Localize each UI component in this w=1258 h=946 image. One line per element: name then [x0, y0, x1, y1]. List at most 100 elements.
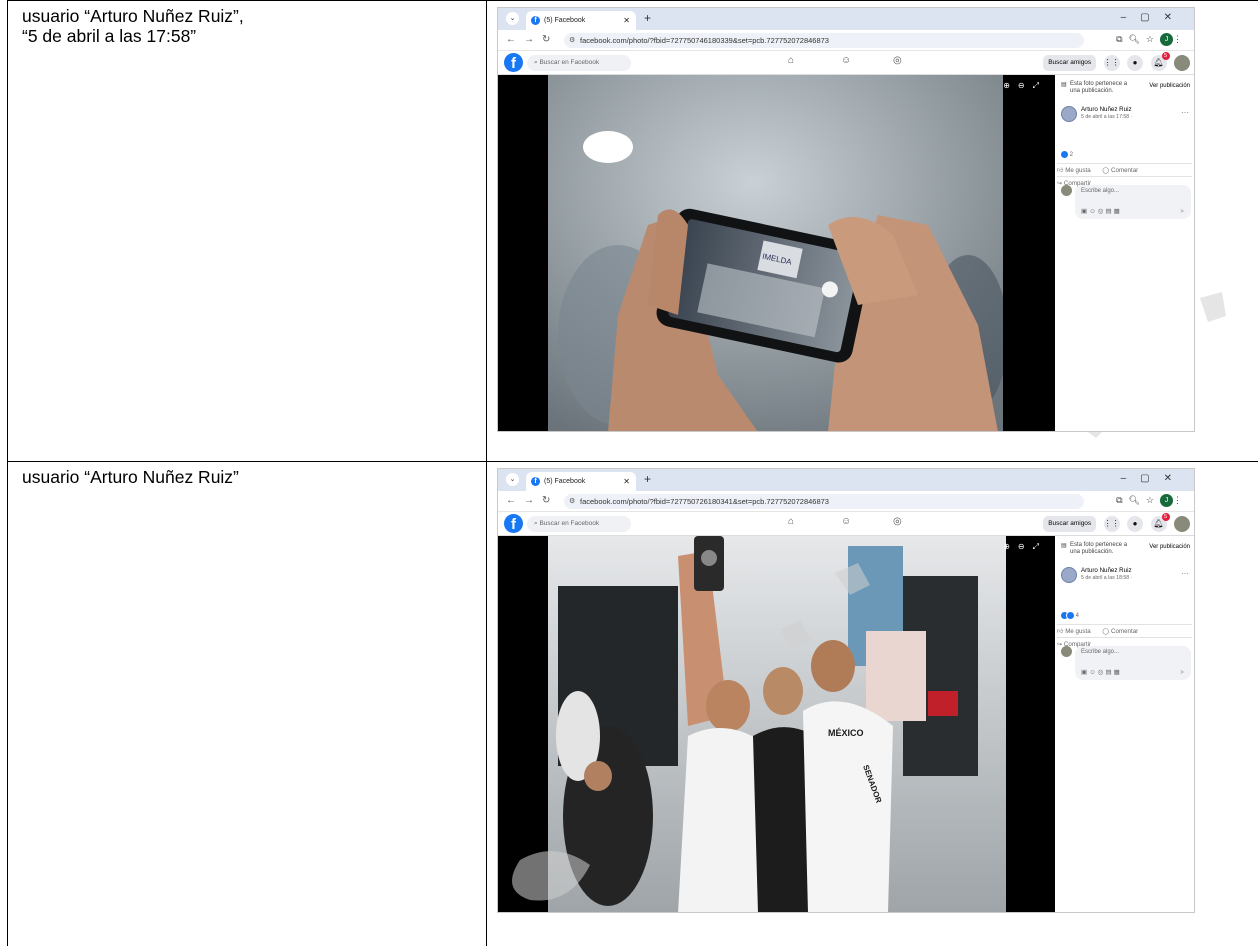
avatar: [1061, 646, 1072, 657]
post-author: Arturo Nuñez Ruiz 5 de abril a las 18:58…: [1061, 566, 1189, 586]
site-info-icon[interactable]: ⚙: [569, 33, 575, 48]
avatar[interactable]: [1174, 515, 1190, 532]
tab-title: (5) Facebook: [544, 478, 586, 485]
bell-icon[interactable]: 🔔︎ 5: [1150, 51, 1170, 71]
friends-icon[interactable]: ☺: [841, 516, 851, 527]
browser-tab[interactable]: f (5) Facebook ✕: [526, 472, 636, 491]
love-reaction-icon: [1067, 612, 1074, 619]
post-actions: 👍︎ Me gusta ◯ Comentar ↪ Compartir: [1057, 163, 1192, 187]
comment-button[interactable]: ◯ Comentar: [1102, 164, 1143, 177]
ver-publicacion-link[interactable]: Ver publicación: [1149, 544, 1190, 550]
search-placeholder: Buscar en Facebook: [539, 520, 600, 527]
facebook-right-controls: Buscar amigos ⋮⋮ ● 🔔︎ 5: [1043, 51, 1190, 72]
facebook-logo-icon[interactable]: f: [504, 514, 523, 533]
reactions-summary[interactable]: 2: [1061, 151, 1073, 158]
profile-avatar[interactable]: J: [1160, 33, 1173, 46]
like-button[interactable]: 👍︎ Me gusta: [1057, 164, 1096, 177]
caption-cell: usuario “Arturo Nuñez Ruiz”, “5 de abril…: [7, 0, 487, 462]
facebook-search-input[interactable]: ⌕ Buscar en Facebook: [527, 55, 631, 71]
window-controls[interactable]: –▢✕: [1121, 12, 1186, 23]
menu-grid-icon[interactable]: ⋮⋮: [1103, 54, 1120, 71]
browser-tab[interactable]: f (5) Facebook ✕: [526, 11, 636, 30]
toolbar-icons[interactable]: ⧉🔍︎☆ J ⋮: [1116, 494, 1188, 507]
toolbar-icons[interactable]: ⧉🔍︎☆ J ⋮: [1116, 33, 1188, 46]
comment-tools-icon[interactable]: ▣☺◎▤▦: [1081, 668, 1122, 676]
close-tab-icon[interactable]: ✕: [623, 472, 630, 491]
comment-placeholder: Escribe algo...: [1081, 188, 1120, 194]
tab-search-icon[interactable]: ⌄: [506, 473, 519, 486]
facebook-search-input[interactable]: ⌕ Buscar en Facebook: [527, 516, 631, 532]
ver-publicacion-link[interactable]: Ver publicación: [1149, 83, 1190, 89]
comment-tools-icon[interactable]: ▣☺◎▤▦: [1081, 207, 1122, 215]
messenger-icon[interactable]: ●: [1127, 515, 1144, 532]
url-text: facebook.com/photo/?fbid=727750746180339…: [580, 36, 829, 45]
address-bar: ←→↻ ⚙ facebook.com/photo/?fbid=727750726…: [498, 491, 1194, 512]
author-name[interactable]: Arturo Nuñez Ruiz: [1081, 567, 1132, 574]
avatar[interactable]: [1061, 567, 1077, 583]
zoom-controls[interactable]: ⊕⊖⤢: [1003, 81, 1047, 91]
close-tab-icon[interactable]: ✕: [623, 11, 630, 30]
post-icon: ▤: [1061, 543, 1067, 549]
like-reaction-icon: [1061, 151, 1068, 158]
comment-input[interactable]: Escribe algo... ▣☺◎▤▦ ➤: [1075, 185, 1191, 219]
post-date[interactable]: 5 de abril a las 18:58 ·: [1081, 575, 1132, 581]
photo-viewer[interactable]: MÉXICO SENADOR ⊕⊖⤢: [498, 536, 1055, 912]
reactions-summary[interactable]: 4: [1061, 612, 1079, 619]
browser-tabbar: ⌄ f (5) Facebook ✕ + –▢✕: [498, 469, 1194, 491]
photo-hands-phone: IMELDA: [498, 75, 1055, 431]
facebook-favicon-icon: f: [531, 16, 540, 25]
send-icon[interactable]: ➤: [1180, 207, 1185, 215]
avatar[interactable]: [1174, 54, 1190, 71]
notification-badge: 5: [1161, 512, 1170, 521]
address-bar: ←→↻ ⚙ facebook.com/photo/?fbid=727750746…: [498, 30, 1194, 51]
url-input[interactable]: ⚙ facebook.com/photo/?fbid=7277507261803…: [564, 494, 1084, 509]
photo-selfie-group: MÉXICO SENADOR: [498, 536, 1055, 912]
notification-badge: 5: [1161, 51, 1170, 60]
comment-button[interactable]: ◯ Comentar: [1102, 625, 1143, 638]
post-sidebar: ▤ Esta foto pertenece a una publicación. …: [1055, 75, 1194, 431]
messenger-icon[interactable]: ●: [1127, 54, 1144, 71]
buscar-amigos-button[interactable]: Buscar amigos: [1043, 515, 1097, 532]
photo-viewer[interactable]: IMELDA ⊕⊖⤢: [498, 75, 1055, 431]
comment-placeholder: Escribe algo...: [1081, 649, 1120, 655]
caption-line: usuario “Arturo Nuñez Ruiz”: [22, 467, 239, 487]
zoom-controls[interactable]: ⊕⊖⤢: [1003, 542, 1047, 552]
groups-icon[interactable]: ◎: [893, 55, 902, 66]
url-input[interactable]: ⚙ facebook.com/photo/?fbid=7277507461803…: [564, 33, 1084, 48]
author-name[interactable]: Arturo Nuñez Ruiz: [1081, 106, 1132, 113]
comment-input[interactable]: Escribe algo... ▣☺◎▤▦ ➤: [1075, 646, 1191, 680]
friends-icon[interactable]: ☺: [841, 55, 851, 66]
site-info-icon[interactable]: ⚙: [569, 494, 575, 509]
url-text: facebook.com/photo/?fbid=727750726180341…: [580, 497, 829, 506]
profile-avatar[interactable]: J: [1160, 494, 1173, 507]
browser-screenshot: ⌄ f (5) Facebook ✕ + –▢✕ ←→↻ ⚙ facebook.…: [497, 468, 1195, 913]
tab-title: (5) Facebook: [544, 17, 586, 24]
caption-cell: usuario “Arturo Nuñez Ruiz”: [7, 461, 487, 946]
facebook-logo-icon[interactable]: f: [504, 53, 523, 72]
belongs-to-notice: ▤ Esta foto pertenece a una publicación.: [1061, 542, 1128, 555]
nav-buttons[interactable]: ←→↻: [506, 34, 558, 45]
like-button[interactable]: 👍︎ Me gusta: [1057, 625, 1096, 638]
nav-buttons[interactable]: ←→↻: [506, 495, 558, 506]
belongs-to-notice: ▤ Esta foto pertenece a una publicación.: [1061, 81, 1128, 94]
menu-grid-icon[interactable]: ⋮⋮: [1103, 515, 1120, 532]
new-tab-icon[interactable]: +: [644, 11, 651, 25]
groups-icon[interactable]: ◎: [893, 516, 902, 527]
photo-text: MÉXICO: [828, 728, 864, 738]
browser-screenshot: ⌄ f (5) Facebook ✕ + –▢✕ ←→↻ ⚙ facebook.…: [497, 7, 1195, 432]
post-date[interactable]: 5 de abril a las 17:58 ·: [1081, 114, 1132, 120]
home-icon[interactable]: ⌂: [788, 55, 794, 66]
facebook-navbar: f ⌕ Buscar en Facebook ⌂ ☺ ◎ Buscar amig…: [498, 51, 1194, 75]
more-options-icon[interactable]: ···: [1181, 569, 1189, 578]
home-icon[interactable]: ⌂: [788, 516, 794, 527]
tab-search-icon[interactable]: ⌄: [506, 12, 519, 25]
more-options-icon[interactable]: ···: [1181, 108, 1189, 117]
window-controls[interactable]: –▢✕: [1121, 473, 1186, 484]
avatar[interactable]: [1061, 106, 1077, 122]
new-tab-icon[interactable]: +: [644, 472, 651, 486]
send-icon[interactable]: ➤: [1180, 668, 1185, 676]
post-sidebar: ▤ Esta foto pertenece a una publicación. …: [1055, 536, 1194, 912]
bell-icon[interactable]: 🔔︎ 5: [1150, 512, 1170, 532]
search-placeholder: Buscar en Facebook: [539, 59, 600, 66]
buscar-amigos-button[interactable]: Buscar amigos: [1043, 54, 1097, 71]
